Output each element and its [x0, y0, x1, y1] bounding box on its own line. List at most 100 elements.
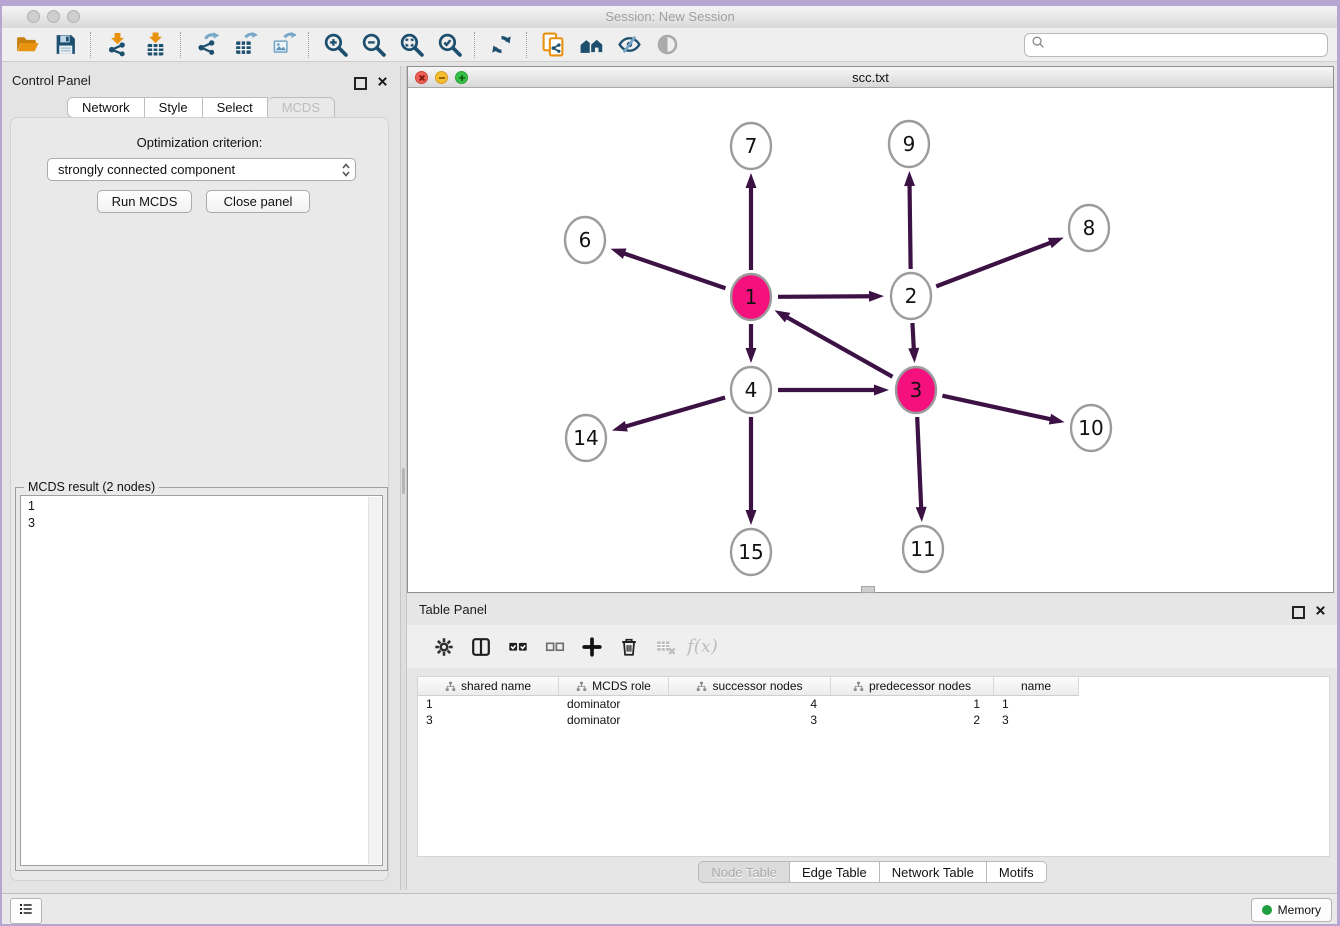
node-3[interactable]: 3 — [896, 367, 936, 413]
edge-3-11[interactable] — [916, 417, 927, 522]
edge-2-9[interactable] — [904, 171, 915, 269]
mcds-result-text[interactable]: 1 3 — [20, 495, 383, 866]
edge-4-15[interactable] — [746, 417, 757, 525]
network-canvas[interactable]: 1 2 3 4 6 7 8 9 10 11 14 15 — [408, 88, 1333, 592]
node-8[interactable]: 8 — [1069, 205, 1109, 251]
edge-2-3[interactable] — [908, 323, 919, 363]
node-10[interactable]: 10 — [1071, 405, 1111, 451]
float-table-panel-icon[interactable] — [1292, 606, 1305, 619]
tab-network[interactable]: Network — [67, 97, 145, 118]
column-header-shared-name[interactable]: shared name — [418, 677, 559, 696]
edge-4-14[interactable] — [612, 398, 725, 432]
node-15[interactable]: 15 — [731, 529, 771, 575]
float-panel-icon[interactable] — [354, 77, 367, 90]
close-panel-button[interactable]: Close panel — [206, 190, 310, 213]
import-network-icon[interactable] — [98, 30, 136, 60]
tab-motifs[interactable]: Motifs — [987, 861, 1047, 883]
node-4[interactable]: 4 — [731, 367, 771, 413]
tab-select[interactable]: Select — [203, 97, 268, 118]
node-6[interactable]: 6 — [565, 217, 605, 263]
tab-network-table[interactable]: Network Table — [880, 861, 987, 883]
table-row[interactable]: 3dominator323 — [418, 712, 1329, 728]
tab-style[interactable]: Style — [145, 97, 203, 118]
main-toolbar — [0, 28, 1340, 62]
table-cell[interactable]: 1 — [418, 696, 559, 712]
home-icon[interactable] — [572, 30, 610, 60]
table-cell[interactable]: 3 — [418, 712, 559, 728]
add-row-icon[interactable] — [573, 631, 610, 663]
copy-network-icon[interactable] — [534, 30, 572, 60]
toolbar-separator — [526, 32, 528, 58]
search-field[interactable] — [1024, 33, 1328, 57]
node-2[interactable]: 2 — [891, 273, 931, 319]
zoom-out-icon[interactable] — [354, 30, 392, 60]
table-cell[interactable]: 2 — [831, 712, 994, 728]
zoom-in-icon[interactable] — [316, 30, 354, 60]
table-row[interactable]: 1dominator411 — [418, 696, 1329, 712]
edge-3-1[interactable] — [775, 310, 893, 376]
deselect-all-icon[interactable] — [536, 631, 573, 663]
delete-row-icon[interactable] — [610, 631, 647, 663]
result-scrollbar[interactable] — [368, 497, 381, 864]
table-cell[interactable]: 1 — [994, 696, 1079, 712]
edge-2-8[interactable] — [936, 238, 1064, 287]
table-cell[interactable]: dominator — [559, 712, 669, 728]
table-cell[interactable]: 1 — [831, 696, 994, 712]
close-panel-icon[interactable] — [377, 74, 388, 92]
table-cell[interactable]: 4 — [669, 696, 831, 712]
save-icon[interactable] — [46, 30, 84, 60]
export-network-icon[interactable] — [188, 30, 226, 60]
memory-button[interactable]: Memory — [1251, 898, 1332, 922]
node-14[interactable]: 14 — [566, 415, 606, 461]
table-cell[interactable]: dominator — [559, 696, 669, 712]
panel-splitter[interactable] — [400, 66, 407, 890]
import-table-icon[interactable] — [136, 30, 174, 60]
select-all-icon[interactable] — [499, 631, 536, 663]
mcds-pane: Optimization criterion: strongly connect… — [10, 117, 389, 881]
column-header-name[interactable]: name — [994, 677, 1079, 696]
search-input[interactable] — [1050, 37, 1321, 53]
refresh-icon[interactable] — [482, 30, 520, 60]
tab-mcds[interactable]: MCDS — [268, 97, 335, 118]
table-cell[interactable]: 3 — [669, 712, 831, 728]
criterion-select[interactable]: strongly connected component — [47, 158, 356, 181]
node-1[interactable]: 1 — [731, 274, 771, 320]
gear-icon[interactable] — [425, 631, 462, 663]
columns-icon[interactable] — [462, 631, 499, 663]
tab-node-table[interactable]: Node Table — [698, 861, 790, 883]
export-image-icon[interactable] — [264, 30, 302, 60]
node-7[interactable]: 7 — [731, 123, 771, 169]
edge-1-4[interactable] — [746, 324, 757, 363]
close-table-panel-icon[interactable] — [1315, 603, 1326, 621]
edge-1-7[interactable] — [746, 173, 757, 270]
node-11[interactable]: 11 — [903, 526, 943, 572]
column-header-predecessor-nodes[interactable]: predecessor nodes — [831, 677, 994, 696]
export-table-icon[interactable] — [226, 30, 264, 60]
table-toolbar: f(x) — [407, 625, 1338, 668]
edge-3-10[interactable] — [942, 396, 1064, 425]
edge-1-6[interactable] — [611, 248, 726, 288]
column-header-MCDS-role[interactable]: MCDS role — [559, 677, 669, 696]
svg-text:7: 7 — [745, 134, 758, 158]
tab-edge-table[interactable]: Edge Table — [790, 861, 880, 883]
run-mcds-button[interactable]: Run MCDS — [97, 190, 192, 213]
status-bar: Memory — [0, 893, 1340, 926]
network-resize-grip[interactable] — [861, 586, 875, 593]
network-view-window: scc.txt 1234678910111415 — [407, 66, 1334, 593]
zoom-fit-icon[interactable] — [392, 30, 430, 60]
edge-4-3[interactable] — [778, 385, 889, 396]
task-history-button[interactable] — [10, 898, 42, 924]
hide-graphics-details-icon[interactable] — [610, 30, 648, 60]
splitter-grip[interactable] — [402, 468, 405, 494]
attribute-tree-icon — [853, 681, 864, 692]
zoom-selected-icon[interactable] — [430, 30, 468, 60]
column-header-successor-nodes[interactable]: successor nodes — [669, 677, 831, 696]
attribute-tree-icon — [445, 681, 456, 692]
svg-text:1: 1 — [745, 285, 758, 309]
table-cell[interactable]: 3 — [994, 712, 1079, 728]
node-9[interactable]: 9 — [889, 121, 929, 167]
svg-text:3: 3 — [910, 378, 923, 402]
edge-1-2[interactable] — [778, 291, 884, 302]
svg-text:4: 4 — [745, 378, 758, 402]
open-folder-icon[interactable] — [8, 30, 46, 60]
